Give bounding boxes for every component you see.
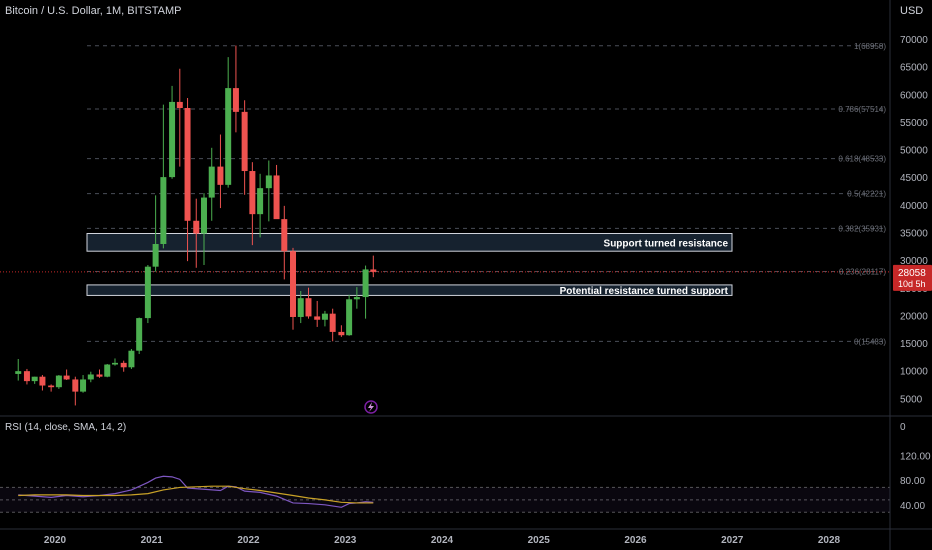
candle-body <box>338 331 345 336</box>
currency-label: USD <box>900 5 924 17</box>
candle-body <box>370 269 377 272</box>
candle-body <box>321 313 328 320</box>
price-tick-label: 40000 <box>900 201 928 212</box>
candle-body <box>346 299 353 336</box>
price-tick-label: 10000 <box>900 367 928 378</box>
candle-body <box>111 362 118 365</box>
candle-body <box>329 313 336 332</box>
price-tick-label: 70000 <box>900 35 928 46</box>
price-tick-label: 45000 <box>900 173 928 184</box>
chart-canvas[interactable]: 1(68958) 0.786(57514) 0.618(48533) 0.5(4222… <box>0 0 932 550</box>
candle-body <box>353 297 360 300</box>
price-tick-label: 15000 <box>900 339 928 350</box>
time-tick-label: 2021 <box>141 535 164 546</box>
candle-body <box>87 374 94 380</box>
fib-label: 0.618(48533) <box>838 155 886 164</box>
time-tick-label: 2023 <box>334 535 357 546</box>
rsi-tick-label: 80.00 <box>900 476 925 487</box>
candle-body <box>63 375 70 380</box>
fib-label: 0.5(42221) <box>847 190 886 199</box>
candle-body <box>39 376 46 386</box>
candle-body <box>241 111 248 172</box>
price-tick-label: 50000 <box>900 146 928 157</box>
candle-body <box>281 219 288 252</box>
fib-label: 1(68958) <box>854 42 886 51</box>
rsi-tick-label: 120.00 <box>900 451 931 462</box>
candle-body <box>55 375 62 388</box>
price-tick-label: 35000 <box>900 229 928 240</box>
candle-body <box>225 88 232 185</box>
candle-body <box>176 101 183 109</box>
candle-body <box>200 197 207 234</box>
price-tick-label: 65000 <box>900 63 928 74</box>
price-pane[interactable]: 1(68958) 0.786(57514) 0.618(48533) 0.5(4222… <box>0 42 890 414</box>
candle-body <box>249 171 256 215</box>
time-tick-label: 2027 <box>721 535 744 546</box>
candle-body <box>232 88 239 112</box>
candle-body <box>48 385 55 388</box>
candle-body <box>273 175 280 220</box>
candle-body <box>144 266 151 319</box>
price-tick-label: 20000 <box>900 311 928 322</box>
price-tick-label: 60000 <box>900 90 928 101</box>
candle-body <box>120 362 127 368</box>
fib-label: 0.382(35931) <box>838 224 886 233</box>
candle-body <box>169 101 176 178</box>
rsi-title[interactable]: RSI (14, close, SMA, 14, 2) <box>5 422 126 433</box>
candle-body <box>362 269 369 298</box>
candle-body <box>265 175 272 189</box>
fib-label: 0.786(57514) <box>838 105 886 114</box>
symbol-title[interactable]: Bitcoin / U.S. Dollar, 1M, BITSTAMP <box>5 5 181 17</box>
fib-label: 0(15483) <box>854 337 886 346</box>
rsi-tick-label: 40.00 <box>900 501 925 512</box>
time-tick-label: 2020 <box>44 535 67 546</box>
rsi-pane[interactable] <box>0 475 890 513</box>
candle-body <box>31 376 38 382</box>
time-tick-label: 2026 <box>624 535 647 546</box>
price-tick-label: 5000 <box>900 394 923 405</box>
candle-body <box>15 371 22 374</box>
price-tick-label: 0 <box>900 422 906 433</box>
candle-body <box>297 298 304 317</box>
axes: 0500010000150002000025000300003500040000… <box>0 0 932 550</box>
candle-body <box>184 108 191 221</box>
candle-body <box>160 177 167 245</box>
time-tick-label: 2025 <box>528 535 551 546</box>
time-tick-label: 2024 <box>431 535 454 546</box>
candle-body <box>257 188 264 215</box>
candle-body <box>72 379 79 392</box>
price-tick-label: 55000 <box>900 118 928 129</box>
candle-body <box>96 374 103 377</box>
time-tick-label: 2022 <box>237 535 260 546</box>
candle-body <box>314 316 321 320</box>
time-tick-label: 2028 <box>818 535 841 546</box>
zone-label: Potential resistance turned support <box>560 286 729 297</box>
candle-body <box>217 166 224 185</box>
rsi-band-fill <box>0 487 890 513</box>
candle-body <box>193 220 200 234</box>
candle-body <box>80 379 87 392</box>
lightning-icon <box>368 402 374 412</box>
candle-body <box>305 298 312 317</box>
candle-body <box>208 166 215 198</box>
candle-body <box>152 244 159 267</box>
zone-label: Support turned resistance <box>604 238 729 249</box>
candle-body <box>290 251 297 317</box>
candle-body <box>136 318 143 351</box>
last-price-value: 28058 <box>898 268 926 279</box>
candle-body <box>128 350 135 368</box>
countdown-label: 10d 5h <box>898 279 926 289</box>
candle-body <box>104 364 111 377</box>
candle-body <box>23 371 30 382</box>
